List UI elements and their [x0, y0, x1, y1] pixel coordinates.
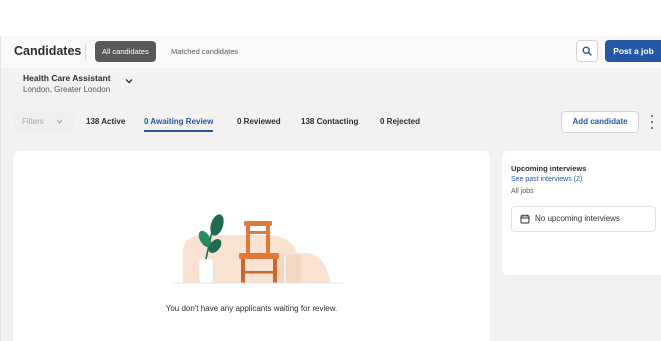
no-upcoming-interviews-box: No upcoming interviews: [511, 206, 656, 232]
add-candidate-button[interactable]: Add candidate: [561, 111, 639, 133]
chevron-down-icon[interactable]: [125, 78, 133, 84]
job-selector[interactable]: Health Care Assistant London, Greater Lo…: [23, 73, 111, 94]
empty-state-message: You don't have any applicants waiting fo…: [165, 304, 338, 313]
calendar-icon: [520, 214, 530, 224]
status-tab-rejected[interactable]: 0 Rejected: [380, 112, 420, 132]
candidates-app: Candidates All candidates Matched candid…: [0, 36, 661, 341]
see-past-interviews-link[interactable]: See past interviews (2): [511, 176, 582, 183]
status-tab-active[interactable]: 138 Active: [86, 112, 125, 132]
job-location: London, Greater London: [23, 85, 111, 94]
status-bar: Filters 138 Active 0 Awaiting Review 0 R…: [1, 108, 661, 138]
tab-matched-candidates[interactable]: Matched candidates: [171, 41, 238, 62]
filters-dropdown[interactable]: Filters: [14, 112, 74, 132]
tab-all-candidates[interactable]: All candidates: [95, 41, 156, 62]
more-options-icon[interactable]: [649, 115, 655, 129]
status-tab-awaiting-review[interactable]: 0 Awaiting Review: [144, 112, 214, 132]
candidates-empty-panel: You don't have any applicants waiting fo…: [13, 151, 490, 341]
search-button[interactable]: [576, 40, 598, 62]
header-divider: [85, 44, 86, 60]
job-title: Health Care Assistant: [23, 73, 111, 83]
status-tab-contacting[interactable]: 138 Contacting: [301, 112, 358, 132]
header-bar: Candidates All candidates Matched candid…: [1, 36, 661, 68]
no-upcoming-interviews-text: No upcoming interviews: [535, 214, 620, 223]
chair-and-plant-illustration: [173, 214, 343, 284]
top-blank-strip: [0, 0, 661, 36]
status-tab-reviewed[interactable]: 0 Reviewed: [237, 112, 281, 132]
upcoming-interviews-panel: Upcoming interviews See past interviews …: [502, 151, 661, 275]
search-icon: [582, 46, 592, 56]
page-title: Candidates: [14, 44, 82, 58]
post-job-button[interactable]: Post a job: [605, 40, 661, 62]
chevron-down-icon: [56, 119, 63, 124]
upcoming-interviews-title: Upcoming interviews: [511, 164, 587, 173]
all-jobs-label: All jobs: [511, 188, 534, 195]
filters-label: Filters: [22, 117, 44, 126]
